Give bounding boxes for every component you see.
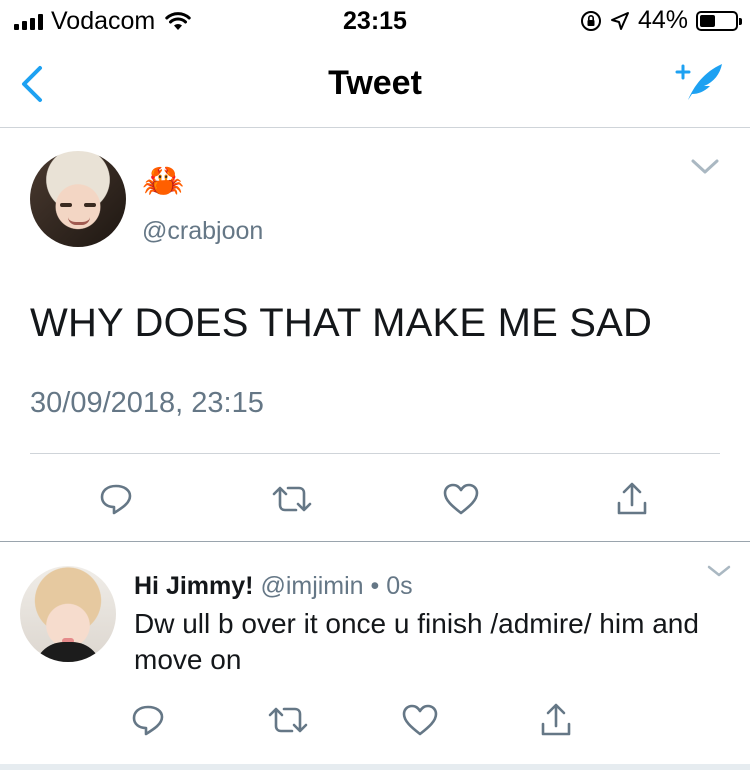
meta-separator: •: [370, 572, 380, 600]
user-handle[interactable]: @crabjoon: [142, 217, 263, 246]
battery-percent: 44%: [637, 6, 688, 34]
status-bar-right: 44%: [580, 6, 742, 35]
avatar-eye: [84, 203, 96, 207]
reply-button[interactable]: [130, 702, 166, 738]
like-icon: [443, 483, 479, 515]
like-button[interactable]: [401, 702, 439, 738]
retweet-icon: [272, 486, 312, 512]
reply-text: Dw ull b over it once u finish /admire/ …: [134, 608, 699, 675]
page-title: Tweet: [328, 64, 422, 102]
compose-tweet-button[interactable]: [674, 60, 726, 104]
reply-handle[interactable]: @imjimin: [260, 572, 363, 600]
battery-icon: [696, 10, 742, 31]
reply-display-name[interactable]: Hi Jimmy!: [134, 572, 253, 600]
reply-icon: [100, 484, 132, 515]
share-icon: [541, 703, 571, 736]
battery-fill: [700, 14, 715, 27]
retweet-icon: [268, 707, 308, 733]
bottom-separator: [0, 764, 750, 770]
reply-options-button[interactable]: [706, 564, 732, 578]
reply-icon: [132, 705, 164, 736]
nav-bar: Tweet: [0, 40, 750, 128]
tweet-actions: [0, 481, 750, 521]
reply-header: Hi Jimmy! @imjimin • 0s: [134, 572, 413, 601]
avatar[interactable]: [20, 566, 116, 662]
avatar-shirt: [34, 642, 102, 662]
retweet-button[interactable]: [270, 481, 314, 517]
avatar-eye: [60, 203, 72, 207]
chevron-down-icon: [707, 565, 731, 577]
main-tweet: 🦀 @crabjoon WHY DOES THAT MAKE ME SAD 30…: [0, 129, 750, 541]
chevron-down-icon: [691, 159, 719, 174]
like-button[interactable]: [442, 481, 480, 517]
share-icon: [617, 482, 647, 515]
reply-age: 0s: [386, 572, 413, 600]
reply-actions: [0, 702, 750, 742]
like-icon: [402, 704, 438, 736]
compose-tweet-icon: [675, 64, 722, 100]
retweet-button[interactable]: [266, 702, 310, 738]
share-button[interactable]: [614, 481, 650, 517]
location-icon: [610, 11, 630, 31]
share-button[interactable]: [538, 702, 574, 738]
avatar[interactable]: [30, 151, 126, 247]
reply-button[interactable]: [98, 481, 134, 517]
orientation-lock-icon: [580, 10, 602, 32]
divider: [30, 453, 720, 454]
tweet-options-button[interactable]: [690, 157, 720, 177]
display-name[interactable]: 🦀: [142, 161, 184, 201]
avatar-smile: [68, 217, 90, 225]
status-bar: Vodacom 23:15 44%: [0, 0, 750, 40]
tweet-text: WHY DOES THAT MAKE ME SAD: [30, 301, 653, 345]
tweet-timestamp: 30/09/2018, 23:15: [30, 387, 264, 419]
reply-tweet[interactable]: Hi Jimmy! @imjimin • 0s Dw ull b over it…: [0, 542, 750, 764]
